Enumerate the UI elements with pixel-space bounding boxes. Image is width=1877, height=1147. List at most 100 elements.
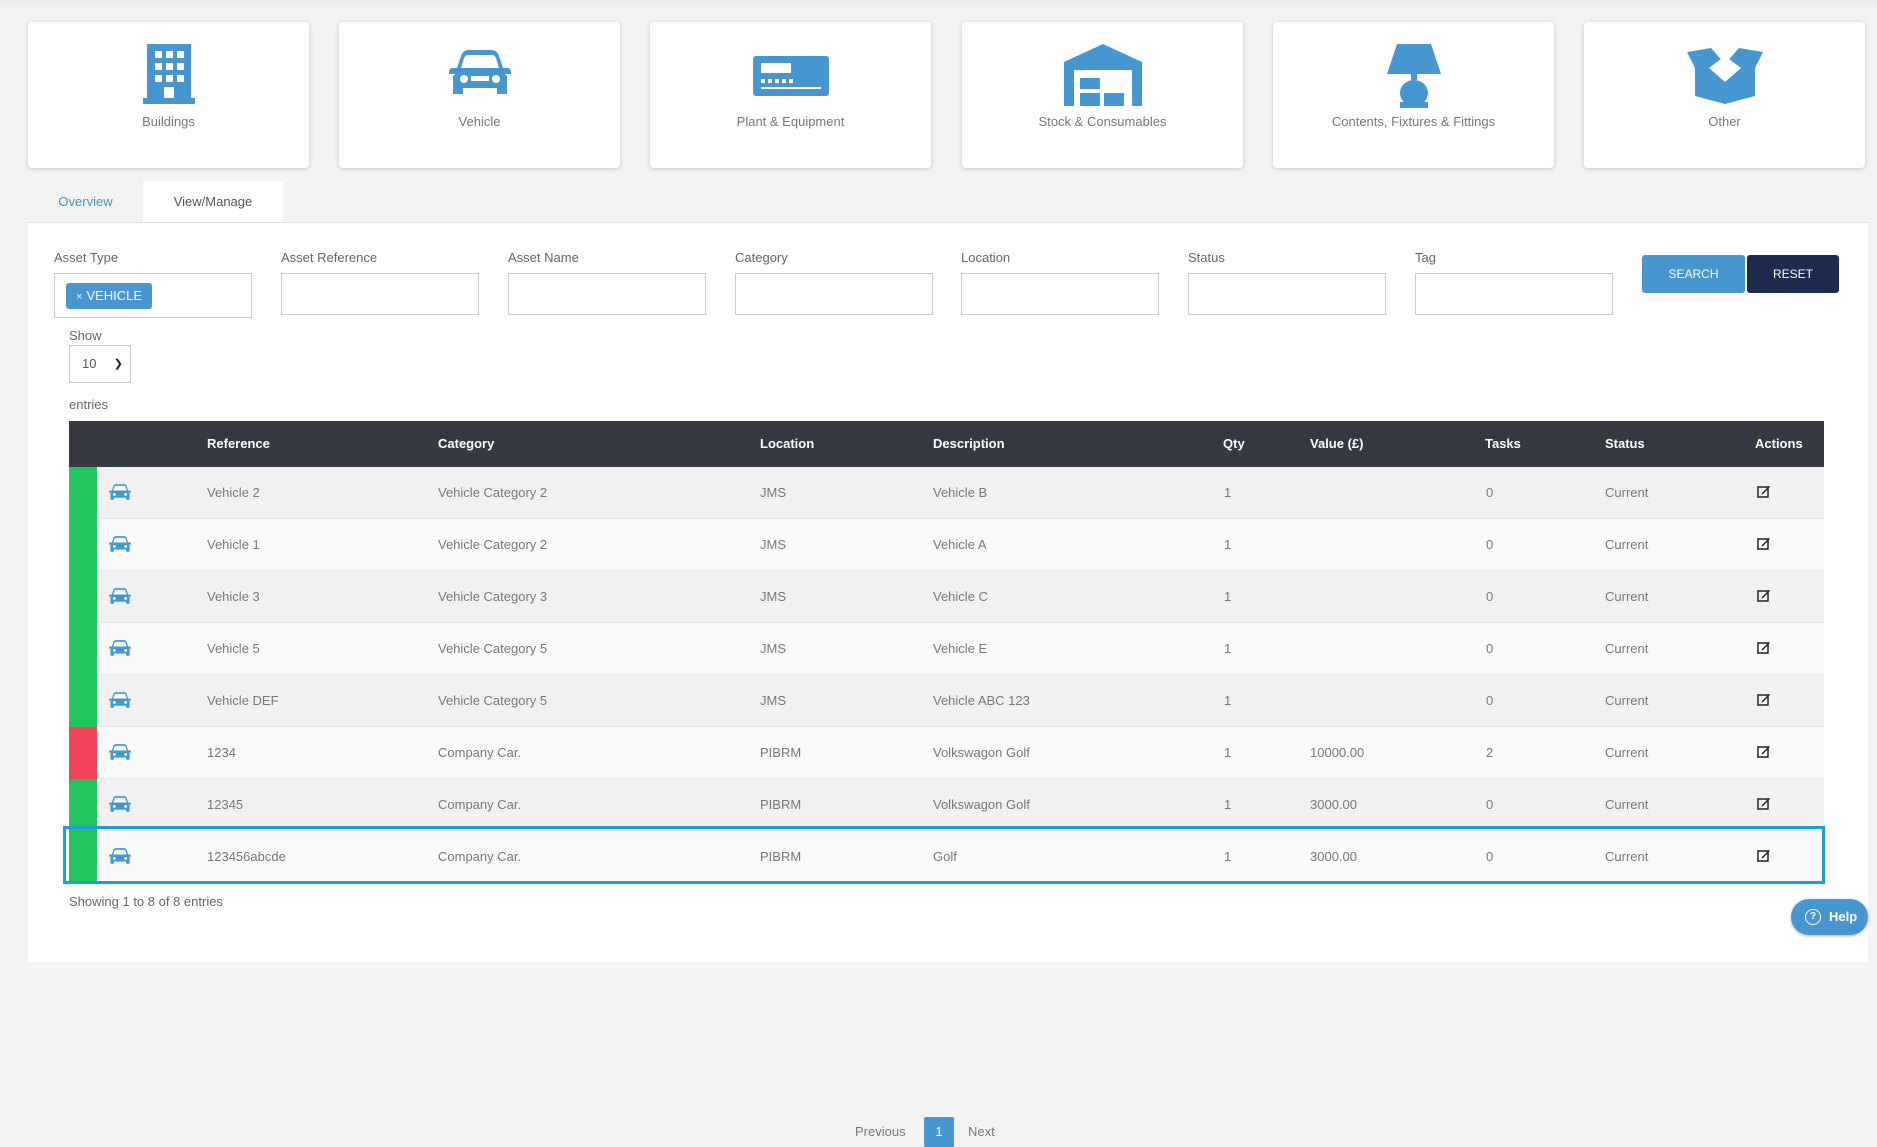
- asset-type-select[interactable]: × VEHICLE: [54, 273, 252, 318]
- asset-name-input[interactable]: [508, 273, 706, 315]
- header-status[interactable]: Status: [1605, 436, 1645, 451]
- cell-tasks: 0: [1486, 849, 1494, 864]
- page-size-value: 10: [82, 356, 97, 371]
- cell-tasks: 0: [1486, 641, 1494, 656]
- cell-reference: 123456abcde: [207, 849, 286, 864]
- location-input[interactable]: [961, 273, 1159, 315]
- edit-icon[interactable]: [1757, 484, 1771, 501]
- table-row[interactable]: Vehicle 2 Vehicle Category 2 JMS Vehicle B 1…: [69, 467, 1824, 519]
- status-indicator: [69, 467, 97, 519]
- header-value[interactable]: Value (£): [1310, 436, 1363, 451]
- help-button[interactable]: ? Help: [1791, 899, 1868, 935]
- cell-tasks: 2: [1486, 745, 1494, 760]
- status-indicator: [69, 779, 97, 831]
- edit-icon[interactable]: [1757, 640, 1771, 657]
- cell-category: Vehicle Category 5: [438, 641, 548, 656]
- edit-icon[interactable]: [1757, 848, 1771, 865]
- status-indicator: [69, 519, 97, 571]
- card-contents-fixtures-fittings[interactable]: Contents, Fixtures & Fittings: [1273, 22, 1554, 168]
- header-qty[interactable]: Qty: [1223, 436, 1245, 451]
- cell-description: Volkswagon Golf: [933, 745, 1030, 760]
- cell-value: 3000.00: [1310, 849, 1357, 864]
- reset-button[interactable]: RESET: [1747, 255, 1839, 293]
- chevron-down-icon: ❯: [113, 358, 123, 370]
- tag-input[interactable]: [1415, 273, 1613, 315]
- cell-qty: 1: [1224, 745, 1232, 760]
- cell-value: 3000.00: [1310, 797, 1357, 812]
- filter-label: Status: [1188, 250, 1225, 265]
- card-stock-consumables[interactable]: Stock & Consumables: [962, 22, 1243, 168]
- warehouse-icon: [1063, 44, 1142, 106]
- filter-tag: Tag: [1415, 250, 1613, 315]
- asset-reference-input[interactable]: [281, 273, 479, 315]
- card-plant-equipment[interactable]: Plant & Equipment: [650, 22, 931, 168]
- cell-location: PIBRM: [760, 745, 802, 760]
- status-indicator: [69, 675, 97, 727]
- card-vehicle[interactable]: Vehicle: [339, 22, 620, 168]
- cell-category: Vehicle Category 5: [438, 693, 548, 708]
- header-reference[interactable]: Reference: [207, 436, 270, 451]
- page-1-button[interactable]: 1: [924, 1117, 954, 1147]
- table-row[interactable]: Vehicle 3 Vehicle Category 3 JMS Vehicle C 1…: [69, 571, 1824, 623]
- cell-qty: 1: [1224, 797, 1232, 812]
- next-page-button[interactable]: Next: [968, 1124, 995, 1139]
- tab-view-manage[interactable]: View/Manage: [143, 181, 283, 223]
- cell-status: Current: [1605, 641, 1649, 656]
- category-input[interactable]: [735, 273, 933, 315]
- table-body: Vehicle 2 Vehicle Category 2 JMS Vehicle B 1…: [69, 467, 1824, 883]
- edit-icon[interactable]: [1757, 796, 1771, 813]
- cell-category: Company Car.: [438, 745, 522, 760]
- edit-icon[interactable]: [1757, 536, 1771, 553]
- car-icon: [109, 536, 131, 557]
- asset-type-chip[interactable]: × VEHICLE: [66, 283, 153, 309]
- cell-description: Vehicle ABC 123: [933, 693, 1030, 708]
- filter-label: Asset Type: [54, 250, 119, 265]
- card-other[interactable]: Other: [1584, 22, 1865, 168]
- status-indicator: [69, 623, 97, 675]
- chip-remove-icon[interactable]: ×: [76, 291, 82, 303]
- filter-asset-reference: Asset Reference: [281, 250, 479, 315]
- cell-tasks: 0: [1486, 485, 1494, 500]
- header-location[interactable]: Location: [760, 436, 814, 451]
- card-label: Other: [1708, 114, 1741, 129]
- edit-icon[interactable]: [1757, 744, 1771, 761]
- search-button[interactable]: SEARCH: [1642, 255, 1745, 293]
- cell-reference: 12345: [207, 797, 244, 812]
- cell-qty: 1: [1224, 485, 1232, 500]
- cell-location: PIBRM: [760, 849, 802, 864]
- header-category[interactable]: Category: [438, 436, 494, 451]
- cell-location: PIBRM: [760, 797, 802, 812]
- header-tasks[interactable]: Tasks: [1485, 436, 1521, 451]
- status-indicator: [69, 727, 97, 779]
- cell-reference: Vehicle 1: [207, 537, 260, 552]
- cell-qty: 1: [1224, 589, 1232, 604]
- table-row[interactable]: 12345 Company Car. PIBRM Volkswagon Golf 1 30…: [69, 779, 1824, 831]
- filter-label: Asset Reference: [281, 250, 378, 265]
- edit-icon[interactable]: [1757, 692, 1771, 709]
- table-row[interactable]: Vehicle 1 Vehicle Category 2 JMS Vehicle A 1…: [69, 519, 1824, 571]
- filter-asset-name: Asset Name: [508, 250, 706, 315]
- cell-description: Vehicle B: [933, 485, 988, 500]
- edit-icon[interactable]: [1757, 588, 1771, 605]
- cell-category: Company Car.: [438, 797, 522, 812]
- status-input[interactable]: [1188, 273, 1386, 315]
- header-description[interactable]: Description: [933, 436, 1005, 451]
- card-buildings[interactable]: Buildings: [28, 22, 309, 168]
- asset-category-cards: Buildings Vehicle Plant & Equipment Stoc…: [28, 22, 1868, 168]
- table-row[interactable]: Vehicle DEF Vehicle Category 5 JMS Vehicle …: [69, 675, 1824, 727]
- table-info: Showing 1 to 8 of 8 entries: [69, 894, 223, 909]
- cell-category: Vehicle Category 3: [438, 589, 548, 604]
- page-size-select[interactable]: 10 ❯: [69, 345, 131, 383]
- tab-overview[interactable]: Overview: [28, 181, 143, 223]
- cell-reference: Vehicle 3: [207, 589, 260, 604]
- cell-description: Vehicle E: [933, 641, 988, 656]
- table-row[interactable]: Vehicle 5 Vehicle Category 5 JMS Vehicle E 1…: [69, 623, 1824, 675]
- previous-page-button[interactable]: Previous: [855, 1124, 906, 1139]
- car-icon: [109, 744, 131, 765]
- card-label: Plant & Equipment: [736, 114, 845, 129]
- cell-status: Current: [1605, 745, 1649, 760]
- table-row[interactable]: 1234 Company Car. PIBRM Volkswagon Golf 1 100…: [69, 727, 1824, 779]
- table-row[interactable]: 123456abcde Company Car. PIBRM Golf 1 3000.00…: [69, 831, 1824, 883]
- cell-location: JMS: [760, 537, 786, 552]
- help-label: Help: [1829, 909, 1858, 924]
